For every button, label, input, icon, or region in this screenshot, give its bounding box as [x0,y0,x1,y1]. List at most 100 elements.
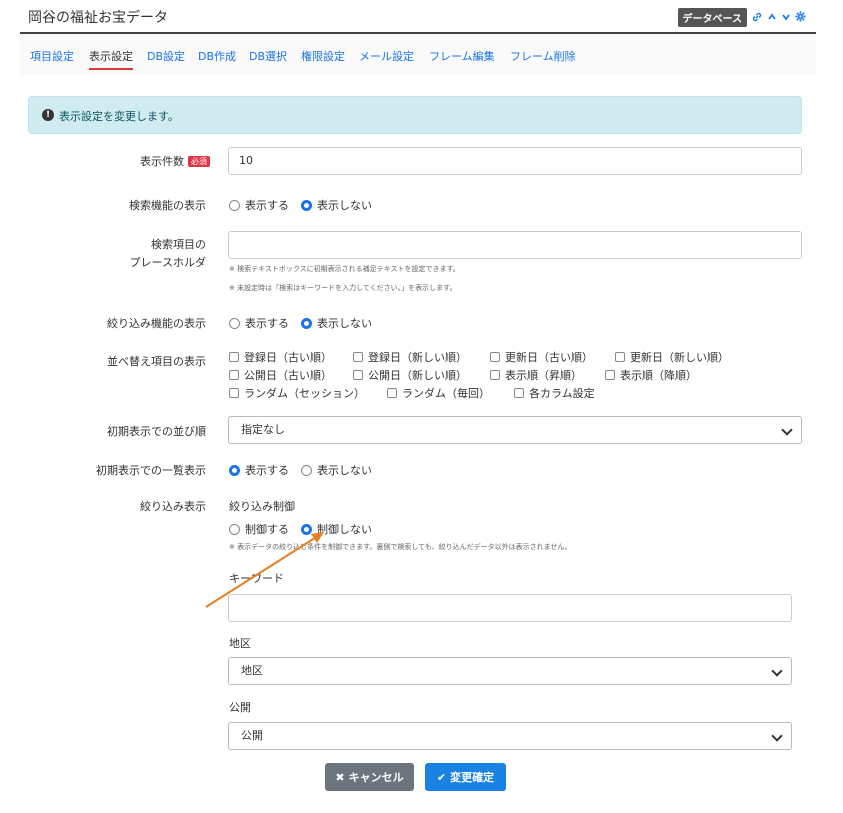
sort-published-desc[interactable]: 公開日（新しい順） [353,367,490,383]
sort-items-row-1: 登録日（古い順） 登録日（新しい順） 更新日（古い順） 更新日（新しい順） [229,349,729,365]
placeholder-label-line2: プレースホルダ [129,256,206,269]
placeholder-label-line1: 検索項目の [151,238,206,251]
checkbox[interactable] [353,352,363,362]
radio-hide-label: 表示しない [317,199,372,212]
sort-order-desc[interactable]: 表示順（降順） [605,367,697,383]
public-select[interactable]: 公開 [228,722,792,750]
keyword-label: キーワード [229,572,284,585]
initial-list-radios: 表示する 表示しない [229,462,384,478]
sort-published-asc[interactable]: 公開日（古い順） [229,367,353,383]
checkbox-label: 更新日（古い順） [505,351,593,364]
public-label: 公開 [229,701,251,714]
chevron-down-icon[interactable] [781,12,791,24]
checkbox[interactable] [605,370,615,380]
sort-random-session[interactable]: ランダム（セッション） [229,385,387,401]
initial-list-show-option[interactable]: 表示する [229,462,289,478]
checkbox[interactable] [514,388,524,398]
sort-registered-asc[interactable]: 登録日（古い順） [229,349,353,365]
placeholder-input[interactable] [228,231,802,259]
checkbox-label: 公開日（古い順） [244,369,332,382]
checkbox-label: 表示順（降順） [620,369,697,382]
radio-control-off[interactable] [301,523,312,535]
checkbox[interactable] [615,352,625,362]
radio-show-label: 表示する [245,199,289,212]
search-display-radios: 表示する 表示しない [229,197,384,213]
radio-control-on-label: 制御する [245,523,289,536]
link-icon[interactable] [751,11,763,25]
chevron-down-icon [771,730,783,742]
radio-show[interactable] [229,199,240,211]
initial-sort-select[interactable]: 指定なし [228,416,802,444]
filter-display-show-option[interactable]: 表示する [229,315,289,331]
chevron-down-icon [781,424,793,436]
checkbox[interactable] [387,388,397,398]
tab-permission-settings[interactable]: 権限設定 [301,48,345,64]
checkbox[interactable] [490,352,500,362]
placeholder-note-1: ※ 検索テキストボックスに初期表示される補足テキストを設定できます。 [229,265,460,273]
frame-header: 岡谷の福祉お宝データ データベース [20,0,816,34]
tab-db-settings[interactable]: DB設定 [147,48,185,64]
search-display-show-option[interactable]: 表示する [229,197,289,213]
radio-hide[interactable] [301,199,312,211]
checkbox[interactable] [229,352,239,362]
sort-items-row-2: 公開日（古い順） 公開日（新しい順） 表示順（昇順） 表示順（降順） [229,367,697,383]
chevron-up-icon[interactable] [767,12,777,24]
frame-title: 岡谷の福祉お宝データ [28,10,168,26]
checkbox[interactable] [229,370,239,380]
tab-frame-delete[interactable]: フレーム削除 [510,48,576,64]
sort-random-each[interactable]: ランダム（毎回） [387,385,514,401]
alert-message: 表示設定を変更します。 [59,110,179,123]
radio-control-off-label: 制御しない [317,523,372,536]
initial-list-hide-option[interactable]: 表示しない [301,462,372,478]
filter-display-radios: 表示する 表示しない [229,315,384,331]
sort-updated-asc[interactable]: 更新日（古い順） [490,349,615,365]
tab-item-settings[interactable]: 項目設定 [30,48,74,64]
region-select[interactable]: 地区 [228,657,792,685]
tab-frame-edit[interactable]: フレーム編集 [429,48,495,64]
filter-display-hide-option[interactable]: 表示しない [301,315,372,331]
settings-tabs: 項目設定 表示設定 DB設定 DB作成 DB選択 権限設定 メール設定 フレーム… [20,35,816,75]
initial-sort-value: 指定なし [241,423,285,436]
tab-display-settings[interactable]: 表示設定 [89,48,133,70]
checkbox-label: 登録日（新しい順） [368,351,467,364]
radio-hide[interactable] [301,464,312,476]
placeholder-note-2: ※ 未設定時は「検索はキーワードを入力してください。」を表示します。 [229,284,457,292]
sort-registered-desc[interactable]: 登録日（新しい順） [353,349,490,365]
info-icon: ! [42,109,54,121]
required-badge: 必須 [188,156,210,167]
filter-control-note: ※ 表示データの絞り込む条件を制御できます。裏側で検索しても、絞り込んだデータ以… [229,543,572,551]
initial-list-label: 初期表示での一覧表示 [96,464,206,477]
sort-items-label: 並べ替え項目の表示 [107,355,206,368]
filter-control-label: 絞り込み制御 [229,500,295,513]
cancel-button[interactable]: ✖ キャンセル [325,763,414,791]
sort-order-asc[interactable]: 表示順（昇順） [490,367,605,383]
radio-hide-label: 表示しない [317,317,372,330]
checkbox[interactable] [353,370,363,380]
tab-mail-settings[interactable]: メール設定 [359,48,414,64]
display-count-label: 表示件数 必須 [140,153,210,169]
region-label: 地区 [229,637,251,650]
radio-control-on[interactable] [229,523,240,535]
search-display-hide-option[interactable]: 表示しない [301,197,372,213]
radio-show[interactable] [229,464,240,476]
tab-db-select[interactable]: DB選択 [249,48,287,64]
close-icon: ✖ [335,770,345,784]
keyword-input[interactable] [228,594,792,622]
tab-db-create[interactable]: DB作成 [198,48,236,64]
check-icon: ✔ [436,770,447,784]
confirm-button[interactable]: ✔ 変更確定 [425,763,506,791]
radio-show[interactable] [229,317,240,329]
checkbox[interactable] [490,370,500,380]
filter-control-on-option[interactable]: 制御する [229,521,289,537]
region-value: 地区 [241,664,263,677]
initial-sort-label: 初期表示での並び順 [107,425,206,438]
display-count-label-text: 表示件数 [140,155,184,168]
sort-each-column[interactable]: 各カラム設定 [514,385,595,401]
radio-hide[interactable] [301,317,312,329]
filter-control-off-option[interactable]: 制御しない [301,521,372,537]
checkbox[interactable] [229,388,239,398]
display-count-input[interactable]: 10 [228,147,802,175]
public-value: 公開 [241,729,263,742]
gear-icon[interactable] [795,11,806,24]
sort-updated-desc[interactable]: 更新日（新しい順） [615,349,729,365]
